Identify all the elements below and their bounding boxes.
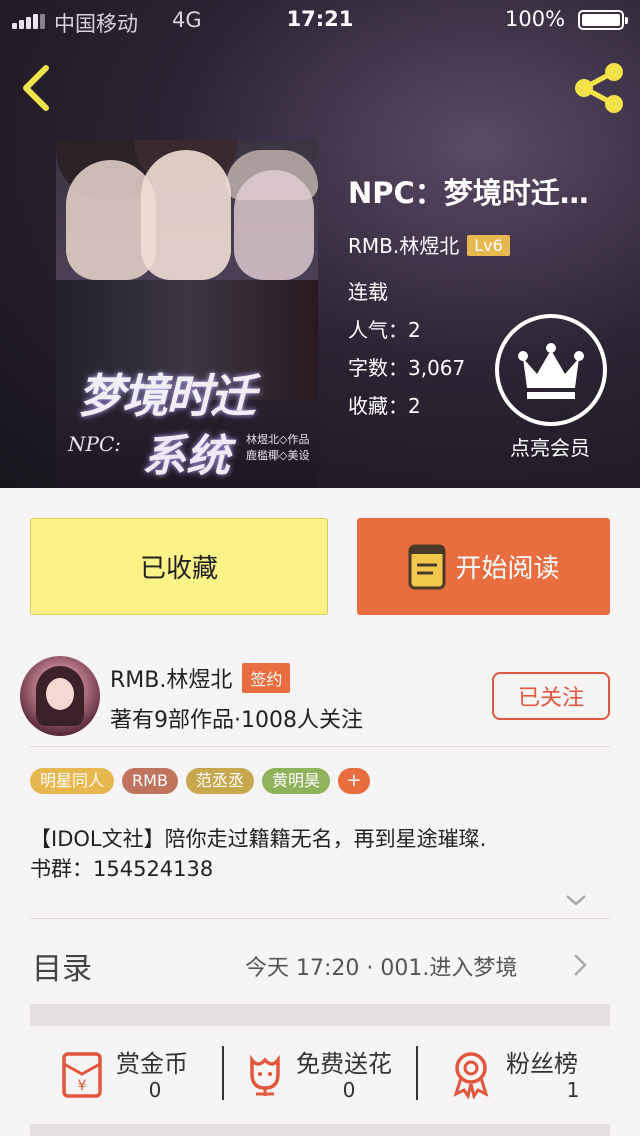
chevron-left-icon <box>23 65 49 111</box>
book-icon <box>408 544 446 589</box>
share-button[interactable] <box>570 60 630 116</box>
tag-item[interactable]: RMB <box>122 768 178 794</box>
book-intro: 【IDOL文社】陪你走过籍籍无名，再到星途璀璨. 书群：154524138 <box>30 824 620 884</box>
toc-label: 目录 <box>32 952 92 987</box>
start-reading-button[interactable]: 开始阅读 <box>357 518 610 615</box>
serial-status: 连载 <box>348 280 388 304</box>
follow-button[interactable]: 已关注 <box>492 672 610 720</box>
tag-item[interactable]: 明星同人 <box>30 768 115 794</box>
tag-list: 明星同人 RMB 范丞丞 黄明昊 + <box>30 768 370 794</box>
red-envelope-icon: ¥ <box>62 1052 102 1098</box>
author-card[interactable]: RMB.林煜北 签约 著有9部作品·1008人关注 已关注 <box>0 640 640 750</box>
fan-ranking-value: 1 <box>566 1078 580 1102</box>
reward-coins-value: 0 <box>148 1078 162 1102</box>
chevron-right-icon <box>574 954 587 976</box>
book-header: 中国移动 4G 17:21 100% 梦境时迁 NPC: 系统 林煜北◇作品 鹿槛… <box>0 0 640 488</box>
share-icon <box>575 63 623 113</box>
signed-badge: 签约 <box>242 663 291 693</box>
section-separator <box>30 1004 610 1026</box>
flower-icon <box>250 1054 280 1096</box>
fan-ranking-label: 粉丝榜 <box>506 1050 578 1078</box>
crown-icon <box>518 343 584 399</box>
book-author[interactable]: RMB.林煜北 Lv6 <box>348 230 510 259</box>
author-name: RMB.林煜北 <box>110 668 233 693</box>
divider <box>30 746 610 747</box>
intro-line: 书群：154524138 <box>30 857 214 881</box>
reward-coins-button[interactable]: ¥ 赏金币 0 <box>30 1026 220 1124</box>
section-separator <box>30 1124 610 1136</box>
popularity-stat: 人气：2 <box>348 318 421 342</box>
tag-item[interactable]: 范丞丞 <box>185 768 254 794</box>
tag-item[interactable]: 黄明昊 <box>261 768 330 794</box>
cover-npc: NPC: <box>68 432 121 456</box>
divider <box>416 1046 418 1100</box>
vip-label[interactable]: 点亮会员 <box>480 432 620 461</box>
book-author-name: RMB.林煜北 <box>348 234 460 258</box>
reward-coins-label: 赏金币 <box>116 1050 188 1078</box>
book-title: NPC：梦境时迁… <box>348 176 589 210</box>
divider <box>30 918 610 919</box>
vip-button[interactable] <box>495 314 607 426</box>
favorites-stat: 收藏：2 <box>348 394 421 418</box>
send-flower-label: 免费送花 <box>296 1050 392 1078</box>
medal-icon <box>453 1052 489 1100</box>
author-name-row: RMB.林煜北 签约 <box>110 662 291 694</box>
battery-icon <box>578 10 628 30</box>
cover-title: 梦境时迁 <box>78 369 256 423</box>
avatar[interactable] <box>20 656 100 736</box>
favorited-button[interactable]: 已收藏 <box>30 518 328 615</box>
author-meta: 著有9部作品·1008人关注 <box>110 708 363 733</box>
book-cover[interactable]: 梦境时迁 NPC: 系统 林煜北◇作品 鹿槛椰◇美设 <box>56 140 318 488</box>
word-count-stat: 字数：3,067 <box>348 356 466 380</box>
fan-ranking-button[interactable]: 粉丝榜 1 <box>420 1026 610 1124</box>
level-badge: Lv6 <box>467 235 510 256</box>
expand-button[interactable] <box>564 890 588 910</box>
table-of-contents-row[interactable]: 目录 今天 17:20 · 001.进入梦境 <box>0 920 640 1004</box>
intro-line: 【IDOL文社】陪你走过籍籍无名，再到星途璀璨. <box>30 827 487 851</box>
reward-bar: ¥ 赏金币 0 免费送花 0 粉丝榜 1 <box>30 1026 610 1124</box>
back-button[interactable] <box>16 60 60 116</box>
battery-percent: 100% <box>505 7 566 31</box>
send-flower-value: 0 <box>342 1078 356 1102</box>
cover-credit: 林煜北◇作品 鹿槛椰◇美设 <box>246 433 310 462</box>
chevron-down-icon <box>566 895 586 906</box>
svg-text:¥: ¥ <box>78 1078 87 1094</box>
add-tag-button[interactable]: + <box>337 768 370 794</box>
cover-subtitle: 系统 <box>142 431 230 482</box>
divider <box>222 1046 224 1100</box>
send-flower-button[interactable]: 免费送花 0 <box>226 1026 416 1124</box>
latest-chapter: 今天 17:20 · 001.进入梦境 <box>245 956 518 981</box>
start-reading-label: 开始阅读 <box>455 554 560 584</box>
status-bar: 中国移动 4G 17:21 100% <box>0 0 640 40</box>
